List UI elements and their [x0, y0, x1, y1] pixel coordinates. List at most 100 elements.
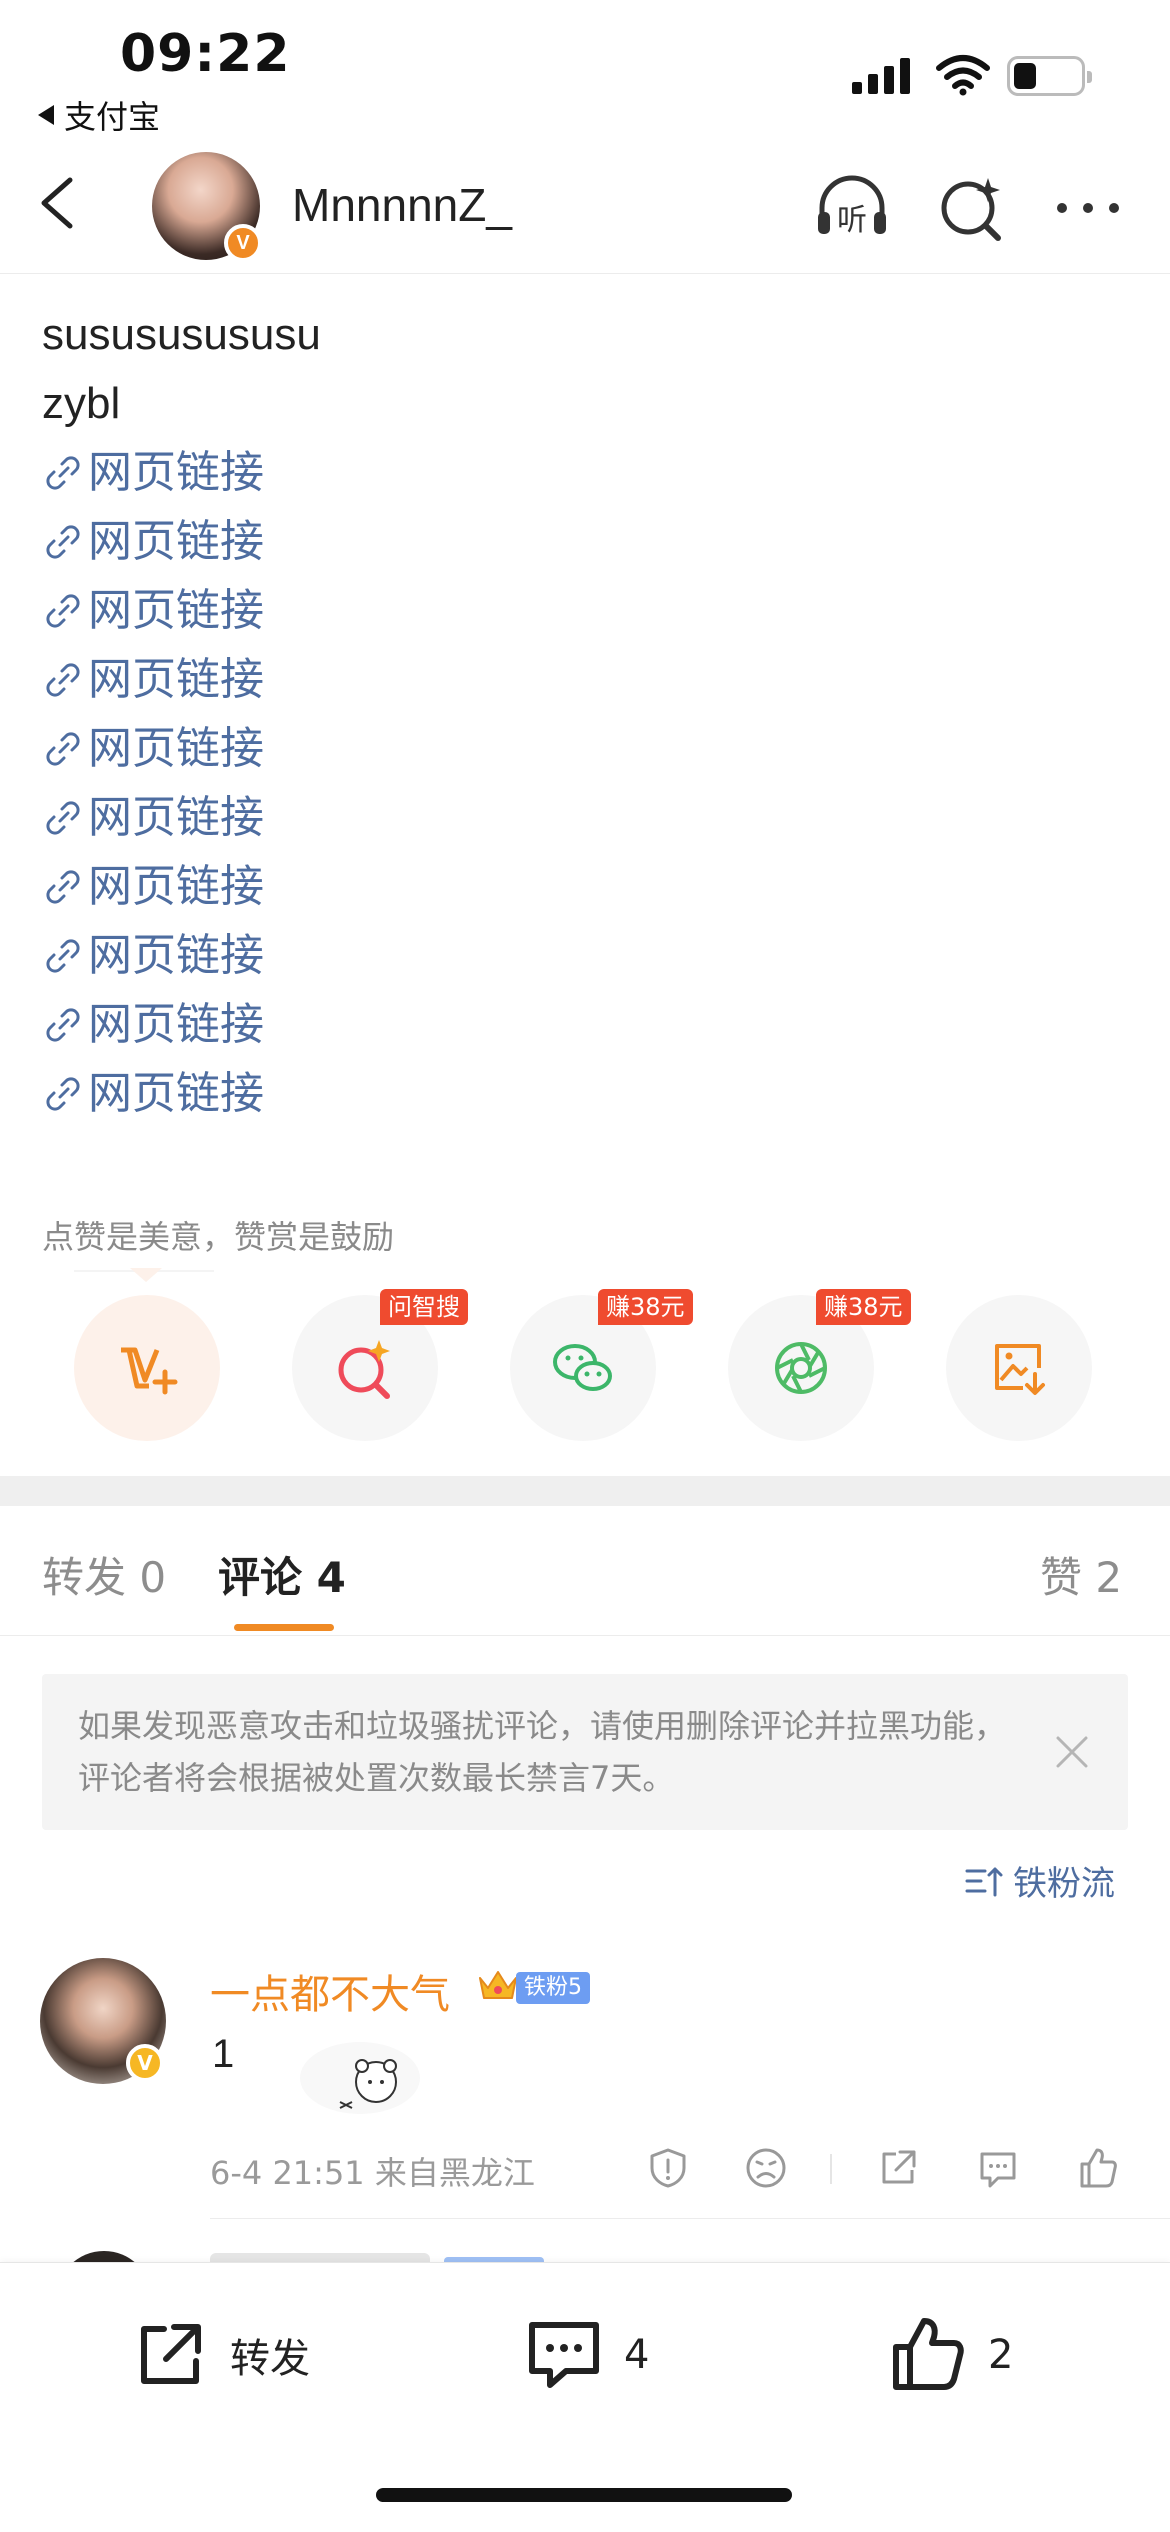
sort-icon	[965, 1867, 1003, 1896]
reward-button[interactable]	[74, 1295, 220, 1441]
like-button[interactable]: 2	[888, 2315, 1013, 2395]
commenter-avatar[interactable]: V	[40, 1958, 166, 2084]
verified-badge-icon: V	[126, 2044, 164, 2082]
bear-sticker-icon	[300, 2042, 420, 2114]
author-name[interactable]: MnnnnnZ_	[292, 178, 512, 232]
moments-icon	[775, 1342, 827, 1394]
repost-icon	[141, 2324, 201, 2384]
share-icon[interactable]	[876, 2146, 920, 2190]
author-avatar[interactable]: V	[152, 152, 262, 262]
web-link-label: 网页链接	[88, 861, 264, 912]
web-link[interactable]: 网页链接	[42, 714, 1132, 783]
reward-tip: 点赞是美意，赞赏是鼓励	[42, 1218, 395, 1256]
link-icon	[46, 869, 80, 904]
comment-icon	[529, 2322, 599, 2388]
report-icon[interactable]	[646, 2146, 690, 2190]
web-link[interactable]: 网页链接	[42, 990, 1132, 1059]
close-icon[interactable]	[1052, 1732, 1092, 1772]
moments-reward-tag: 赚38元	[816, 1289, 911, 1325]
back-app-label: 支付宝	[64, 98, 161, 136]
repost-button[interactable]: 转发	[130, 2315, 310, 2395]
v-plus-icon	[121, 1347, 178, 1395]
more-icon[interactable]	[1048, 170, 1128, 246]
post-text-line: zybl	[42, 379, 121, 428]
web-link-label: 网页链接	[88, 516, 264, 567]
wifi-icon	[936, 55, 990, 96]
like-count: 2	[988, 2332, 1014, 2378]
comment-text: 1	[212, 2032, 235, 2076]
link-icon	[46, 455, 80, 490]
status-bar: 09:22 支付宝	[0, 0, 1170, 140]
comment-actions	[640, 2140, 1130, 2196]
comment-item: V 一点都不大气 铁粉5 1 6-4 21:51 来自黑龙江	[0, 1958, 1170, 2220]
moderation-notice: 如果发现恶意攻击和垃圾骚扰评论，请使用删除评论并拉黑功能，评论者将会根据被处置次…	[42, 1674, 1128, 1830]
web-link[interactable]: 网页链接	[42, 507, 1132, 576]
share-action-row: 问智搜 赚38元 赚38元	[0, 1289, 1170, 1445]
svg-text:听: 听	[837, 203, 867, 238]
like-icon[interactable]	[1076, 2146, 1120, 2190]
web-link-label: 网页链接	[88, 654, 264, 705]
crown-icon	[479, 1971, 517, 1999]
wechat-icon	[553, 1344, 612, 1391]
web-link-label: 网页链接	[88, 792, 264, 843]
post-header: V MnnnnnZ_ 听	[0, 140, 1170, 274]
status-time: 09:22	[120, 24, 291, 84]
web-link[interactable]: 网页链接	[42, 1059, 1132, 1128]
like-icon	[893, 2318, 964, 2390]
battery-icon	[1007, 56, 1092, 96]
web-link-label: 网页链接	[88, 585, 264, 636]
link-icon	[46, 662, 80, 697]
interaction-tabs: 转发 0 评论 4 赞 2	[0, 1506, 1170, 1636]
web-link[interactable]: 网页链接	[42, 921, 1132, 990]
listen-icon[interactable]: 听	[812, 170, 892, 246]
ai-search-icon[interactable]	[932, 170, 1012, 246]
link-icon	[46, 1007, 80, 1042]
section-separator	[0, 1476, 1170, 1506]
action-divider	[830, 2154, 832, 2184]
web-link[interactable]: 网页链接	[42, 645, 1132, 714]
post-text-line: susususususu	[42, 310, 321, 359]
back-to-app-button[interactable]: 支付宝	[38, 92, 160, 138]
web-link-label: 网页链接	[88, 999, 264, 1050]
link-icon	[46, 593, 80, 628]
cellular-signal-icon	[852, 56, 910, 94]
web-link[interactable]: 网页链接	[42, 576, 1132, 645]
tab-comment[interactable]: 评论 4	[218, 1544, 346, 1605]
tab-like[interactable]: 赞 2	[1040, 1544, 1122, 1605]
wechat-reward-tag: 赚38元	[598, 1289, 693, 1325]
link-icon	[46, 800, 80, 835]
post-content: susususususu zybl 网页链接 网页链接 网页链接 网页链接 网页…	[42, 300, 1132, 1128]
fan-badge: 铁粉5	[516, 1972, 590, 2004]
reply-icon[interactable]	[976, 2146, 1020, 2190]
save-image-button[interactable]	[946, 1295, 1092, 1441]
web-link-label: 网页链接	[88, 930, 264, 981]
link-icon	[46, 938, 80, 973]
notice-text: 如果发现恶意攻击和垃圾骚扰评论，请使用删除评论并拉黑功能，评论者将会根据被处置次…	[78, 1707, 1007, 1797]
comment-button[interactable]: 4	[524, 2315, 649, 2395]
repost-label: 转发	[230, 2336, 310, 2382]
back-icon[interactable]	[28, 168, 88, 238]
comment-divider	[210, 2218, 1170, 2219]
comment-meta: 6-4 21:51 来自黑龙江	[210, 2154, 535, 2192]
link-icon	[46, 1076, 80, 1111]
link-icon	[46, 731, 80, 766]
link-icon	[46, 524, 80, 559]
web-link[interactable]: 网页链接	[42, 783, 1132, 852]
sort-button[interactable]: 铁粉流	[963, 1856, 1115, 1905]
web-link[interactable]: 网页链接	[42, 852, 1132, 921]
ai-search-icon	[338, 1340, 390, 1399]
web-link[interactable]: 网页链接	[42, 438, 1132, 507]
home-indicator[interactable]	[376, 2488, 792, 2502]
web-link-label: 网页链接	[88, 1068, 264, 1119]
web-link-label: 网页链接	[88, 723, 264, 774]
sort-label: 铁粉流	[1013, 1864, 1115, 1904]
tip-caret-icon	[130, 1268, 162, 1282]
dislike-face-icon[interactable]	[744, 2146, 788, 2190]
tab-repost[interactable]: 转发 0	[42, 1544, 166, 1605]
save-image-icon	[995, 1344, 1045, 1395]
active-tab-indicator	[234, 1624, 334, 1631]
web-link-label: 网页链接	[88, 447, 264, 498]
ai-search-tag: 问智搜	[380, 1289, 468, 1325]
comment-count: 4	[624, 2332, 650, 2378]
commenter-name[interactable]: 一点都不大气	[210, 1962, 450, 2020]
